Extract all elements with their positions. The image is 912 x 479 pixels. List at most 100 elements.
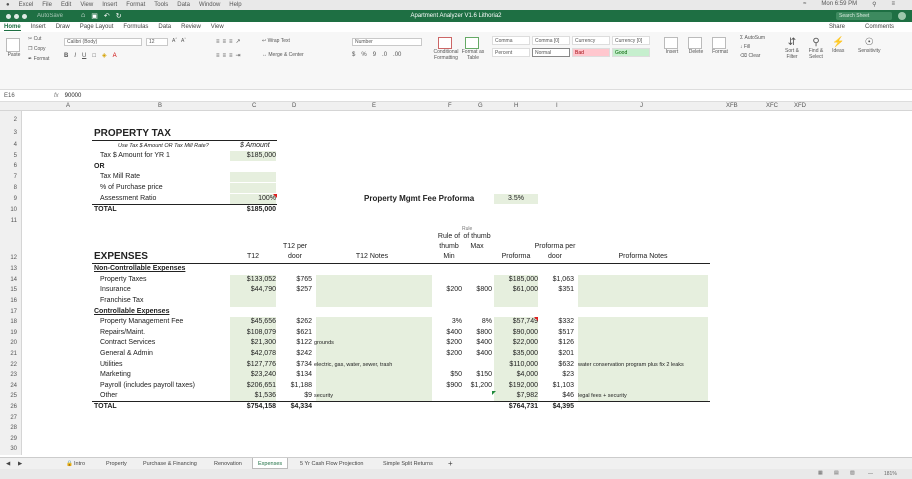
row-header[interactable]: 26 xyxy=(10,404,17,410)
save-icon[interactable]: ▣ xyxy=(91,12,98,20)
clear-button[interactable]: ⌫ Clear xyxy=(740,53,760,59)
tab-review[interactable]: Review xyxy=(181,24,201,30)
expense-t12-per-door[interactable]: $9 xyxy=(278,391,312,401)
format-as-table-button[interactable]: Format as Table xyxy=(460,37,486,61)
column-header-i[interactable]: I xyxy=(556,103,558,109)
expense-rule-min[interactable]: $400 xyxy=(434,328,462,338)
expense-proforma-per-door[interactable]: $632 xyxy=(540,360,574,370)
underline-button[interactable]: U xyxy=(82,53,86,59)
expense-t12[interactable]: $108,079 xyxy=(230,328,276,338)
column-header-d[interactable]: D xyxy=(292,103,296,109)
increase-decimal-icon[interactable]: .0 xyxy=(382,52,387,58)
add-sheet-button[interactable]: + xyxy=(448,459,453,468)
zoom-level[interactable]: 181% xyxy=(884,471,897,477)
wifi-icon[interactable]: ≈ xyxy=(803,1,806,8)
number-format-select[interactable]: Number xyxy=(352,38,422,46)
apple-icon[interactable]: ● xyxy=(6,2,10,8)
row-header[interactable]: 24 xyxy=(10,383,17,389)
style-comma[interactable]: Comma xyxy=(492,36,530,45)
wrap-text-button[interactable]: ↩ Wrap Text xyxy=(262,38,290,44)
expense-t12-per-door[interactable]: $765 xyxy=(278,275,312,285)
input-cell[interactable] xyxy=(230,183,276,193)
undo-icon[interactable]: ↶ xyxy=(104,12,110,20)
column-header-xfb[interactable]: XFB xyxy=(726,103,738,109)
align-middle-icon[interactable]: ≡ xyxy=(223,39,227,45)
column-header-f[interactable]: F xyxy=(448,103,452,109)
menu-format[interactable]: Format xyxy=(126,2,145,8)
fill-color-icon[interactable]: ◈ xyxy=(102,52,107,59)
align-left-icon[interactable]: ≡ xyxy=(216,53,220,59)
expense-proforma-notes[interactable]: legal fees + security xyxy=(578,391,627,401)
expense-rule-min[interactable]: $200 xyxy=(434,285,462,295)
fill-button[interactable]: ↓ Fill xyxy=(740,44,750,50)
normal-view-icon[interactable]: ▦ xyxy=(818,470,823,476)
sheet-tab-intro[interactable]: Intro xyxy=(74,461,85,467)
expense-proforma[interactable]: $4,000 xyxy=(494,370,538,380)
style-percent[interactable]: Percent xyxy=(492,48,530,57)
expense-t12-per-door[interactable]: $262 xyxy=(278,317,312,327)
align-right-icon[interactable]: ≡ xyxy=(229,53,233,59)
row-header[interactable]: 20 xyxy=(10,340,17,346)
expense-t12-notes[interactable]: electric, gas, water, sewer, trash xyxy=(314,360,392,370)
decrease-decimal-icon[interactable]: .00 xyxy=(393,52,401,58)
sheet-tab-simple-split-returns[interactable]: Simple Split Returns xyxy=(383,461,433,467)
column-header-g[interactable]: G xyxy=(478,103,483,109)
tab-formulas[interactable]: Formulas xyxy=(123,24,148,30)
expense-proforma-per-door[interactable]: $332 xyxy=(540,317,574,327)
search-sheet-input[interactable]: Search Sheet xyxy=(836,12,892,20)
redo-icon[interactable]: ↻ xyxy=(116,12,122,20)
row-header[interactable]: 4 xyxy=(14,142,17,148)
column-header-c[interactable]: C xyxy=(252,103,256,109)
style-currency-0[interactable]: Currency [0] xyxy=(612,36,650,45)
close-window-button[interactable] xyxy=(6,13,11,19)
style-normal[interactable]: Normal xyxy=(532,48,570,57)
row-header[interactable]: 23 xyxy=(10,372,17,378)
expense-rule-min[interactable]: $200 xyxy=(434,349,462,359)
minimize-window-button[interactable] xyxy=(14,13,19,19)
row-header[interactable]: 8 xyxy=(14,185,17,191)
next-sheet-icon[interactable]: ▶ xyxy=(18,461,22,467)
row-header[interactable]: 18 xyxy=(10,319,17,325)
expense-t12-per-door[interactable]: $621 xyxy=(278,328,312,338)
expense-rule-max[interactable]: $800 xyxy=(462,328,492,338)
assessment-ratio-value[interactable]: 100% xyxy=(230,194,276,204)
expense-t12[interactable]: $133,052 xyxy=(230,275,276,285)
column-header-j[interactable]: J xyxy=(640,103,643,109)
sheet-tab-cash-flow[interactable]: 5 Yr Cash Flow Projection xyxy=(300,461,363,467)
style-bad[interactable]: Bad xyxy=(572,48,610,57)
sort-filter-button[interactable]: ⇵ Sort & Filter xyxy=(782,37,802,60)
row-header[interactable]: 16 xyxy=(10,298,17,304)
zoom-slider[interactable]: — xyxy=(868,471,873,477)
expense-proforma[interactable]: $57,749 xyxy=(494,317,538,327)
ideas-button[interactable]: ⚡ Ideas xyxy=(832,37,844,54)
tab-data[interactable]: Data xyxy=(158,24,171,30)
tab-page-layout[interactable]: Page Layout xyxy=(80,24,114,30)
cut-button[interactable]: ✂ Cut xyxy=(28,36,41,42)
expense-t12[interactable]: $23,240 xyxy=(230,370,276,380)
align-center-icon[interactable]: ≡ xyxy=(223,53,227,59)
decrease-font-icon[interactable]: Aˇ xyxy=(181,38,186,44)
conditional-formatting-button[interactable]: Conditional Formatting xyxy=(432,37,460,61)
align-bottom-icon[interactable]: ≡ xyxy=(229,39,233,45)
expense-rule-max[interactable]: $800 xyxy=(462,285,492,295)
zoom-window-button[interactable] xyxy=(22,13,27,19)
font-color-icon[interactable]: A xyxy=(113,53,117,59)
expense-rule-max[interactable]: $400 xyxy=(462,338,492,348)
row-header[interactable]: 5 xyxy=(14,153,17,159)
format-painter-button[interactable]: ✒ Format xyxy=(28,56,49,62)
name-box[interactable]: E16 xyxy=(0,93,30,99)
column-header-xfd[interactable]: XFD xyxy=(794,103,806,109)
row-header[interactable]: 27 xyxy=(10,415,17,421)
expense-t12[interactable]: $21,300 xyxy=(230,338,276,348)
expense-proforma[interactable]: $35,000 xyxy=(494,349,538,359)
sheet-grid[interactable]: PROPERTY TAX Use Tax $ Amount OR Tax Mil… xyxy=(22,111,912,455)
menu-tools[interactable]: Tools xyxy=(154,2,168,8)
expense-proforma-per-door[interactable]: $46 xyxy=(540,391,574,401)
menu-excel[interactable]: Excel xyxy=(19,2,34,8)
page-layout-view-icon[interactable]: ▤ xyxy=(834,470,839,476)
sheet-tab-purchase-financing[interactable]: Purchase & Financing xyxy=(143,461,197,467)
expense-t12[interactable]: $206,651 xyxy=(230,381,276,391)
expense-rule-max[interactable]: $150 xyxy=(462,370,492,380)
italic-button[interactable]: I xyxy=(74,53,76,59)
expense-rule-max[interactable]: $400 xyxy=(462,349,492,359)
